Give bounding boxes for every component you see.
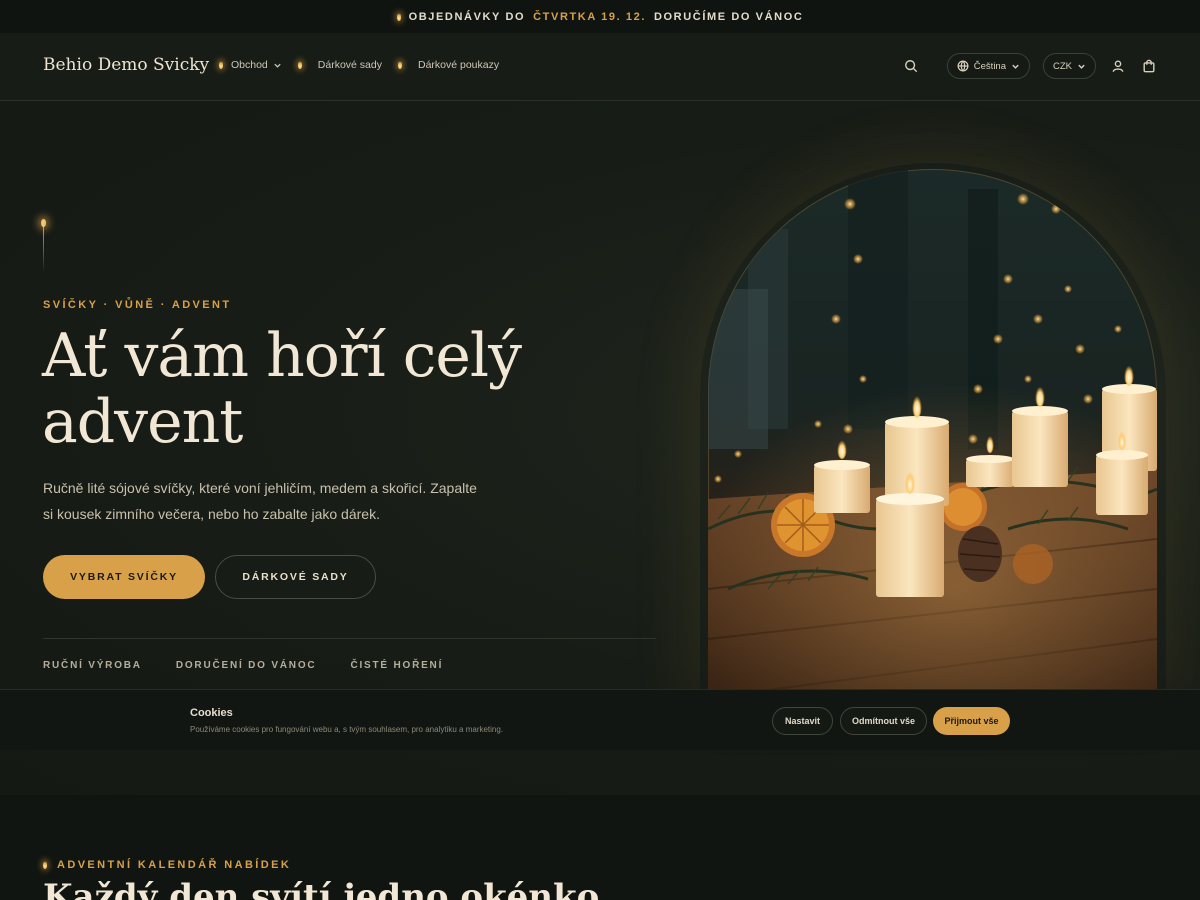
announcement-bar: OBJEDNÁVKY DO ČTVRTKA 19. 12. DORUČÍME D… [0,0,1200,33]
candle-wick-decoration [41,219,46,273]
header-actions: Čeština CZK [902,53,1158,79]
chevron-down-icon [1078,64,1085,69]
shop-candles-button[interactable]: VYBRAT SVÍČKY [43,555,205,599]
language-value: Čeština [973,60,1006,72]
brand-logo[interactable]: Behio Demo Svicky [43,55,224,75]
brand-name: Behio Demo Svicky [43,55,210,75]
nav-item-gift-vouchers[interactable]: Dárkové poukazy [418,59,499,71]
nav-item-label: Dárkové poukazy [417,59,500,71]
announcement-deadline: ČTVRTKA 19. 12. [533,10,646,23]
globe-icon [957,60,969,72]
feature-item: DORUČENÍ DO VÁNOC [175,660,317,671]
hero-eyebrow: SVÍČKY · VŮNĚ · ADVENT [43,299,232,311]
cookie-title: Cookies [190,707,233,719]
nav-item-label: Obchod [231,59,268,71]
cart-button[interactable] [1140,57,1158,75]
currency-value: CZK [1053,60,1072,72]
language-selector[interactable]: Čeština [946,53,1030,79]
hero-description: Ručně lité sójové svíčky, které voní jeh… [43,480,477,522]
hero-divider [43,638,656,639]
flame-icon [397,61,402,69]
flame-icon [297,61,302,69]
feature-item: RUČNÍ VÝROBA [43,660,142,671]
cart-icon [1143,59,1155,73]
chevron-down-icon [274,63,281,68]
gift-sets-button[interactable]: DÁRKOVÉ SADY [215,555,376,599]
search-icon [904,60,917,73]
advent-calendar-section: ADVENTNÍ KALENDÁŘ NABÍDEK Každý den svít… [0,795,1200,900]
chevron-down-icon [1012,64,1019,69]
announcement-text-before: OBJEDNÁVKY DO [408,10,526,23]
announcement-text-after: DORUČÍME DO VÁNOC [653,10,804,23]
feature-list: RUČNÍ VÝROBA DORUČENÍ DO VÁNOC ČISTÉ HOŘ… [43,660,443,671]
cookie-accept-button[interactable]: Přijmout vše [933,707,1010,735]
flame-icon [219,61,224,69]
user-icon [1112,60,1124,73]
cookie-description: Používáme cookies pro fungování webu a, … [190,725,504,734]
search-button[interactable] [902,57,920,75]
feature-item: ČISTÉ HOŘENÍ [350,660,444,671]
account-button[interactable] [1109,57,1127,75]
flame-icon [396,12,401,21]
cookie-banner: Cookies Používáme cookies pro fungování … [0,689,1200,750]
nav-item-label: Dárkové sady [317,59,382,71]
hero-title: Ať vám hoří celý advent [42,321,522,457]
main-nav: Obchod Dárkové sady Dárkové poukazy [231,59,499,71]
currency-selector[interactable]: CZK [1043,53,1096,79]
nav-item-shop[interactable]: Obchod [231,59,282,71]
flame-icon [43,861,47,869]
section-eyebrow: ADVENTNÍ KALENDÁŘ NABÍDEK [43,859,291,871]
hero-candles-image [708,169,1157,690]
section-title: Každý den svítí jedno okénko [43,877,600,900]
nav-item-gift-sets[interactable]: Dárkové sady [318,59,382,71]
section-eyebrow-text: ADVENTNÍ KALENDÁŘ NABÍDEK [57,859,292,871]
site-header: Behio Demo Svicky Obchod Dárkové sady Dá… [0,33,1200,101]
cookie-reject-button[interactable]: Odmítnout vše [840,707,927,735]
cookie-settings-button[interactable]: Nastavit [772,707,833,735]
